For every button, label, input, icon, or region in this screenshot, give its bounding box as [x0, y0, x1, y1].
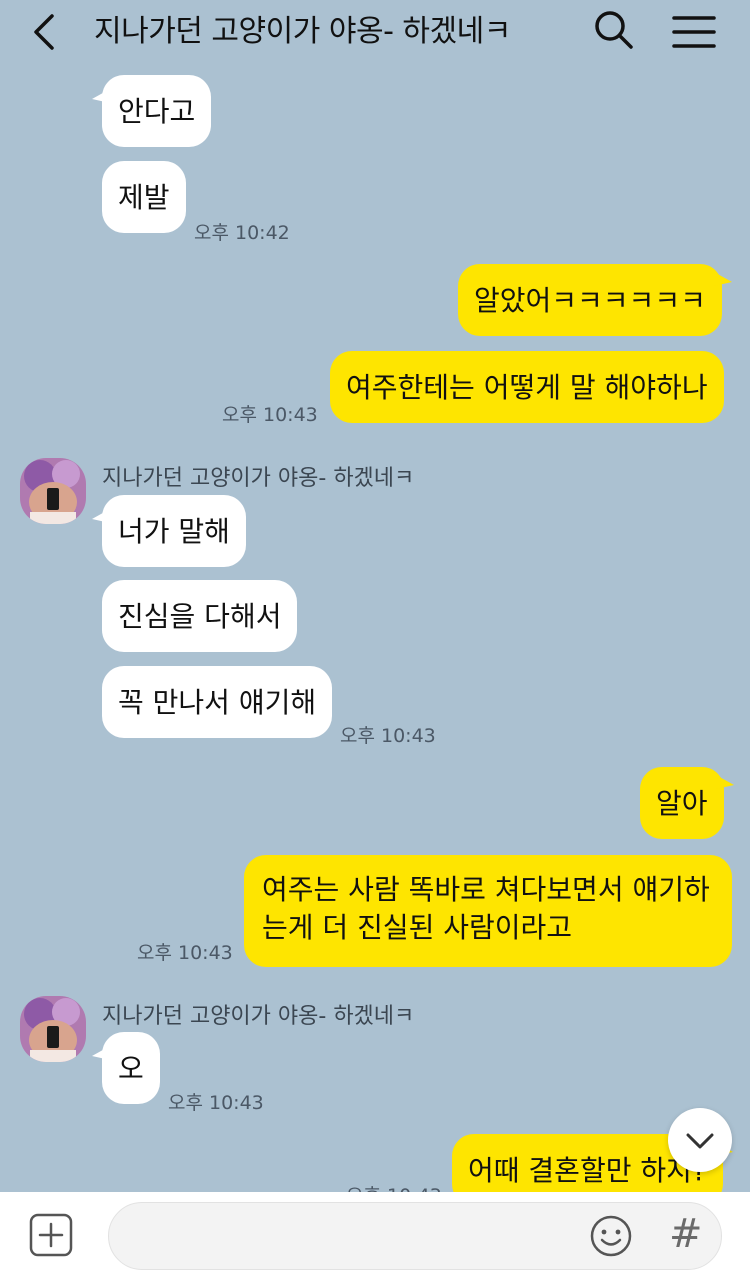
incoming-message[interactable]: 오: [92, 1032, 160, 1104]
message-input-bar: #: [0, 1192, 750, 1280]
message-text-line: 는게 더 진실된 사람이라고: [262, 911, 573, 944]
back-button[interactable]: [24, 10, 68, 54]
message-field[interactable]: #: [108, 1202, 722, 1270]
sender-avatar[interactable]: [20, 458, 86, 524]
incoming-message[interactable]: 너가 말해: [92, 495, 246, 567]
message-input[interactable]: [133, 1217, 577, 1259]
sender-name: 지나가던 고양이가 야옹- 하겠네ㅋ: [102, 466, 415, 491]
message-text: 안다고: [118, 95, 196, 128]
attach-button[interactable]: [28, 1212, 74, 1258]
incoming-message[interactable]: 진심을 다해서: [102, 580, 298, 652]
outgoing-message[interactable]: 여주한테는 어떻게 말 해야하나: [330, 351, 724, 423]
sender-avatar[interactable]: [20, 996, 86, 1062]
message-text: 알았어ㅋㅋㅋㅋㅋㅋ: [474, 284, 706, 317]
chat-title: 지나가던 고양이가 야옹- 하겠네ㅋ: [94, 14, 511, 49]
message-text: 제발: [118, 181, 170, 214]
outgoing-message[interactable]: 알아: [640, 767, 734, 839]
hamburger-menu-icon: [672, 16, 716, 48]
smiley-icon: [590, 1215, 632, 1257]
message-time: 오후 10:43: [168, 1092, 264, 1114]
chat-header: 지나가던 고양이가 야옹- 하겠네ㅋ: [0, 0, 750, 64]
chevron-left-icon: [34, 14, 54, 50]
message-text: 여주한테는 어떻게 말 해야하나: [346, 371, 708, 404]
message-text: 꼭 만나서 얘기해: [118, 686, 317, 719]
outgoing-message[interactable]: 알았어ㅋㅋㅋㅋㅋㅋ: [458, 264, 732, 336]
emoji-button[interactable]: [589, 1214, 633, 1258]
hash-button[interactable]: #: [669, 1209, 703, 1259]
sender-name: 지나가던 고양이가 야옹- 하겠네ㅋ: [102, 1004, 415, 1029]
incoming-message[interactable]: 제발: [102, 161, 186, 233]
search-icon: [595, 11, 633, 49]
incoming-message[interactable]: 꼭 만나서 얘기해: [102, 666, 333, 738]
incoming-message[interactable]: 안다고: [91, 75, 212, 147]
chevron-down-icon: [686, 1133, 714, 1149]
outgoing-message[interactable]: 여주는 사람 똑바로 쳐다보면서 얘기하 는게 더 진실된 사람이라고: [244, 855, 732, 967]
avatar-photo-icon: [20, 996, 86, 1062]
message-text-line: 여주는 사람 똑바로 쳐다보면서 얘기하: [262, 873, 710, 906]
message-time: 오후 10:43: [222, 404, 318, 426]
message-time: 오후 10:42: [194, 222, 290, 244]
message-time: 오후 10:43: [340, 725, 436, 747]
scroll-to-bottom-button[interactable]: [668, 1108, 732, 1172]
message-text: 진심을 다해서: [118, 600, 282, 633]
search-button[interactable]: [592, 8, 636, 52]
avatar-photo-icon: [20, 458, 86, 524]
menu-button[interactable]: [670, 8, 718, 56]
plus-square-icon: [29, 1213, 73, 1257]
message-text: 알아: [656, 787, 708, 820]
message-time: 오후 10:43: [346, 1181, 442, 1192]
chat-area[interactable]: 안다고 제발 오후 10:42 알았어ㅋㅋㅋㅋㅋㅋ 여주한테는 어떻게 말 해야…: [0, 0, 750, 1192]
message-time: 오후 10:43: [137, 942, 233, 964]
message-text: 너가 말해: [118, 515, 230, 548]
message-text: 오: [118, 1052, 144, 1085]
